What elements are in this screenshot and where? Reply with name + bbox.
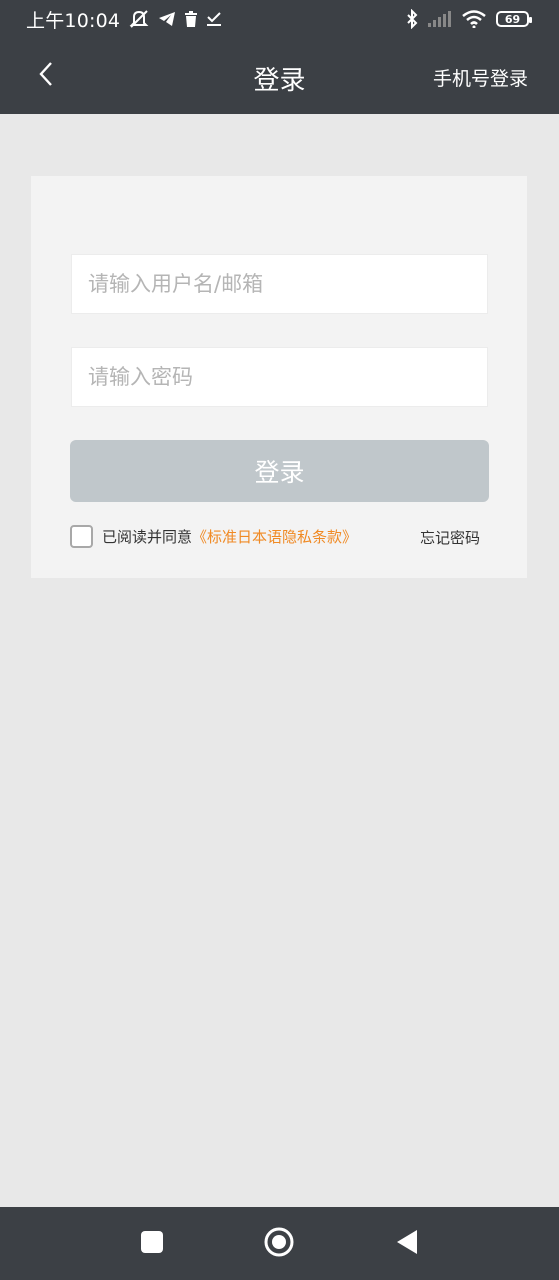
agree-text: 已阅读并同意 [102, 527, 193, 546]
agree-row: 已阅读并同意 《标准日本语隐私条款》 [70, 524, 357, 548]
status-left: 上午10:04 [26, 6, 222, 33]
home-circle-icon [264, 1227, 294, 1261]
username-field[interactable] [71, 254, 488, 314]
agree-checkbox[interactable] [70, 524, 93, 548]
password-input[interactable] [88, 365, 487, 389]
password-field[interactable] [71, 347, 488, 407]
battery-icon: 69 [496, 11, 532, 27]
back-nav-button[interactable] [392, 1229, 422, 1259]
recent-apps-square-icon [140, 1230, 164, 1258]
signal-icon [428, 11, 452, 27]
privacy-policy-link[interactable]: 《标准日本语隐私条款》 [192, 526, 357, 547]
system-nav-bar [0, 1207, 559, 1280]
back-triangle-icon [395, 1229, 419, 1259]
status-bar: 上午10:04 69 [0, 0, 559, 38]
wifi-icon [462, 10, 486, 28]
login-card: 登录 已阅读并同意 《标准日本语隐私条款》 忘记密码 [31, 176, 527, 578]
phone-login-button[interactable]: 手机号登录 [433, 64, 528, 91]
forgot-password-link[interactable]: 忘记密码 [420, 527, 480, 548]
telegram-icon [158, 11, 176, 27]
username-input[interactable] [88, 272, 487, 296]
trash-icon [184, 11, 198, 27]
app-bar: 登录 手机号登录 [0, 38, 559, 114]
login-button[interactable]: 登录 [70, 440, 489, 502]
bluetooth-icon [406, 9, 418, 29]
recent-apps-button[interactable] [137, 1229, 167, 1259]
download-check-icon [206, 11, 222, 27]
status-time: 上午10:04 [26, 9, 121, 32]
mute-bell-icon [128, 9, 150, 29]
home-button[interactable] [264, 1227, 294, 1261]
status-right: 69 [406, 9, 532, 29]
